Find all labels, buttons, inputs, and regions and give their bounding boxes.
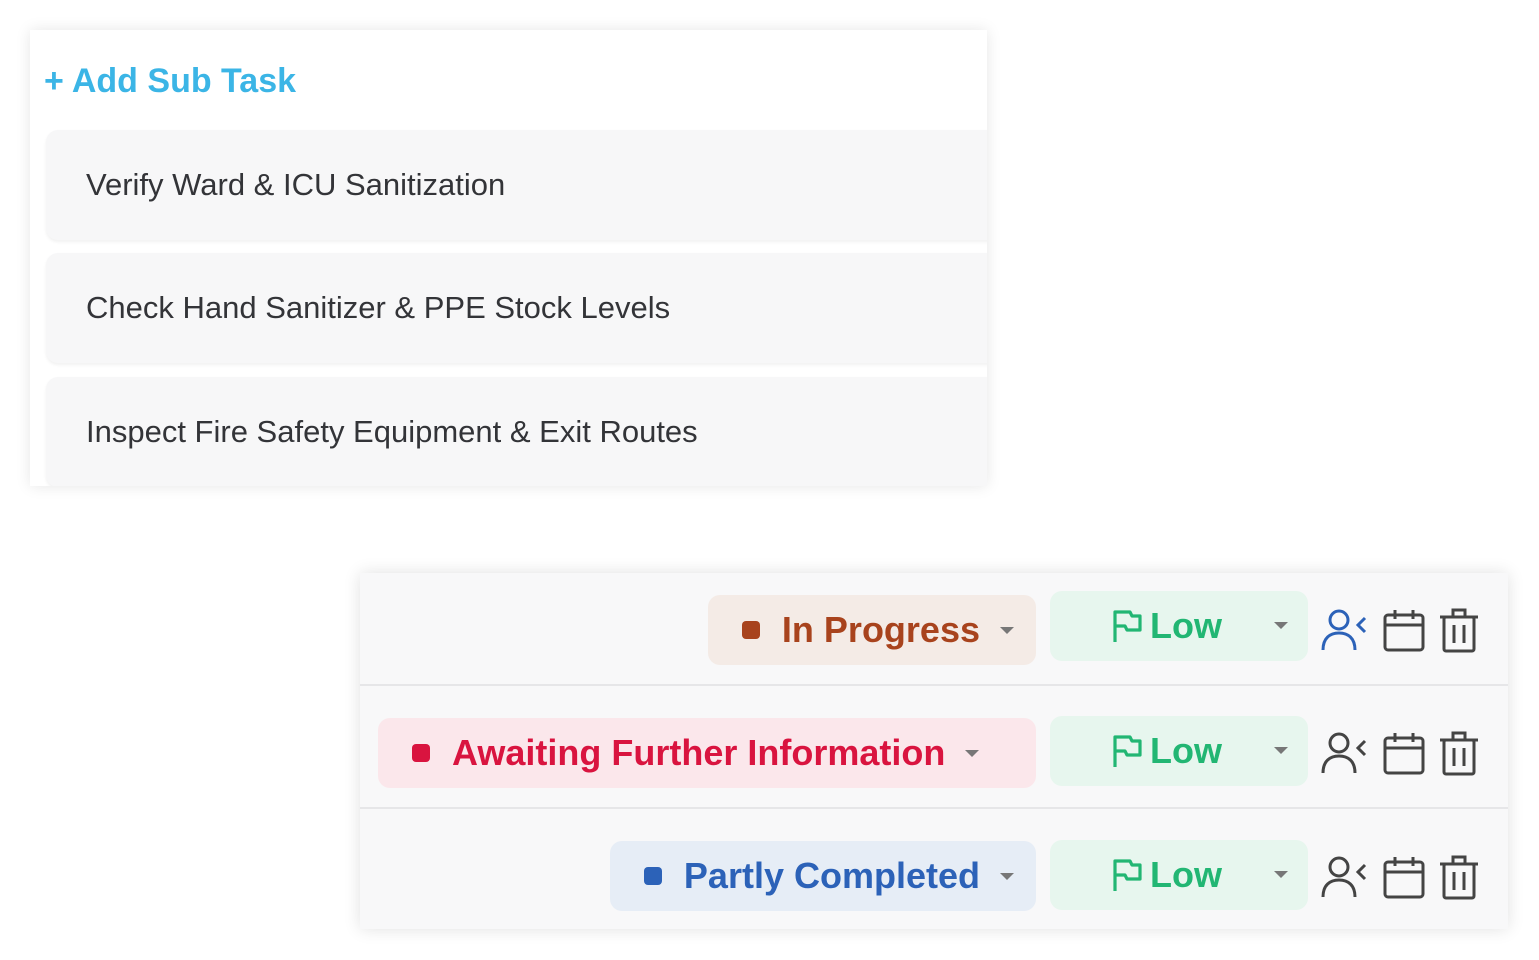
priority-dropdown[interactable]: Low <box>1050 716 1308 786</box>
assign-user-icon[interactable] <box>1320 729 1368 777</box>
flag-icon <box>1113 610 1142 642</box>
status-dropdown[interactable]: Awaiting Further Information <box>378 718 1036 788</box>
task-status-panel: In Progress Low Awaiting Further Informa… <box>360 573 1508 929</box>
status-label: In Progress <box>781 609 980 650</box>
priority-label: Low <box>1150 854 1222 895</box>
chevron-down-icon <box>1000 872 1014 880</box>
status-label: Awaiting Further Information <box>452 732 946 773</box>
subtask-title: Inspect Fire Safety Equipment & Exit Rou… <box>86 414 698 449</box>
status-dropdown[interactable]: Partly Completed <box>609 841 1036 911</box>
status-label: Partly Completed <box>683 855 980 896</box>
subtask-title: Check Hand Sanitizer & PPE Stock Levels <box>86 290 671 325</box>
trash-icon[interactable] <box>1435 606 1483 654</box>
chevron-down-icon <box>965 749 980 757</box>
subtask-item[interactable]: Check Hand Sanitizer & PPE Stock Levels <box>46 253 987 363</box>
status-dot <box>643 867 662 885</box>
row-divider <box>360 684 1508 686</box>
assign-user-icon[interactable] <box>1320 853 1368 901</box>
flag-icon <box>1113 735 1142 767</box>
plus-icon: + <box>44 62 64 100</box>
flag-icon <box>1113 859 1142 891</box>
calendar-icon[interactable] <box>1380 729 1428 777</box>
chevron-down-icon <box>1000 626 1014 634</box>
status-dropdown[interactable]: In Progress <box>707 595 1036 665</box>
status-dot <box>412 744 430 762</box>
assign-user-icon[interactable] <box>1320 606 1368 654</box>
chevron-down-icon <box>1274 871 1288 878</box>
trash-icon[interactable] <box>1435 853 1483 901</box>
subtask-item[interactable]: Verify Ward & ICU Sanitization <box>46 130 987 240</box>
priority-label: Low <box>1150 730 1222 771</box>
subtask-item[interactable]: Inspect Fire Safety Equipment & Exit Rou… <box>46 377 987 486</box>
priority-dropdown[interactable]: Low <box>1050 591 1308 661</box>
calendar-icon[interactable] <box>1380 853 1428 901</box>
add-subtask-button[interactable]: + Add Sub Task <box>44 62 296 101</box>
status-dot <box>741 621 760 639</box>
priority-dropdown[interactable]: Low <box>1050 840 1308 910</box>
row-divider <box>360 807 1508 809</box>
calendar-icon[interactable] <box>1380 606 1428 654</box>
trash-icon[interactable] <box>1435 729 1483 777</box>
subtask-title: Verify Ward & ICU Sanitization <box>86 167 506 202</box>
subtask-panel: + Add Sub Task Verify Ward & ICU Sanitiza… <box>30 30 987 486</box>
add-subtask-label: Add Sub Task <box>71 62 297 100</box>
chevron-down-icon <box>1274 622 1288 629</box>
priority-label: Low <box>1150 605 1222 646</box>
chevron-down-icon <box>1274 747 1288 754</box>
